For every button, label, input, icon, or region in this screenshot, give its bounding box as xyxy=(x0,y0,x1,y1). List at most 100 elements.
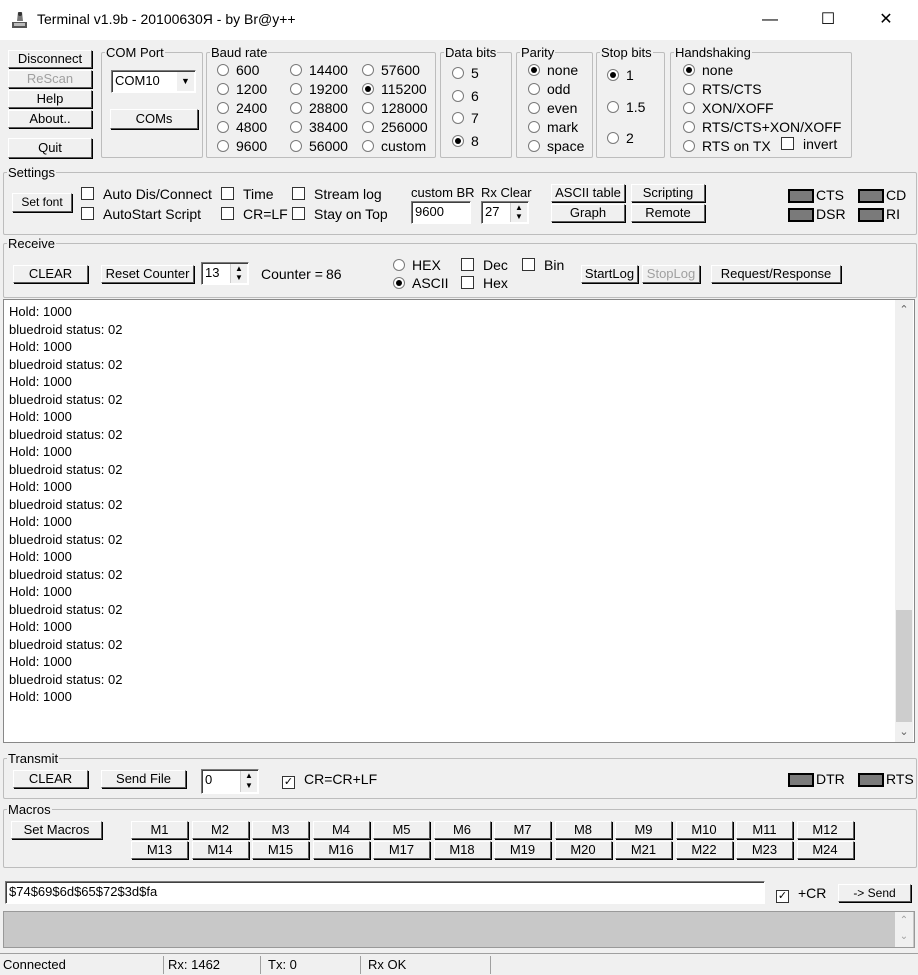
macro-button-m20[interactable]: M20 xyxy=(554,841,612,859)
stay-on-top-checkbox[interactable]: Stay on Top xyxy=(292,206,388,222)
invert-checkbox[interactable]: invert xyxy=(781,136,837,152)
quit-button[interactable]: Quit xyxy=(8,138,92,158)
baud-radio-115200[interactable]: 115200 xyxy=(362,81,427,97)
receive-ascii-radio[interactable]: ASCII xyxy=(393,275,449,291)
macro-button-m5[interactable]: M5 xyxy=(373,821,430,839)
scroll-thumb[interactable] xyxy=(896,610,912,722)
baud-radio-1200[interactable]: 1200 xyxy=(217,81,267,97)
baud-radio-38400[interactable]: 38400 xyxy=(290,119,348,135)
stoplog-button[interactable]: StopLog xyxy=(642,265,700,283)
about-button[interactable]: About.. xyxy=(8,110,92,128)
dec-checkbox[interactable]: Dec xyxy=(461,257,508,273)
macro-button-m21[interactable]: M21 xyxy=(615,841,672,859)
baud-radio-14400[interactable]: 14400 xyxy=(290,62,348,78)
macro-button-m15[interactable]: M15 xyxy=(252,841,309,859)
auto-dis-connect-checkbox[interactable]: Auto Dis/Connect xyxy=(81,186,212,202)
coms-button[interactable]: COMs xyxy=(110,109,198,129)
handshaking-radio-2[interactable]: XON/XOFF xyxy=(683,100,774,116)
data-bits-radio-5[interactable]: 5 xyxy=(452,65,479,81)
stop-bits-radio-1[interactable]: 1.5 xyxy=(607,99,645,115)
macro-button-m19[interactable]: M19 xyxy=(494,841,551,859)
baud-radio-28800[interactable]: 28800 xyxy=(290,100,348,116)
spinner-arrows-icon[interactable]: ▲ ▼ xyxy=(510,203,527,222)
macro-button-m4[interactable]: M4 xyxy=(312,821,370,839)
parity-radio-even[interactable]: even xyxy=(528,100,577,116)
minimize-button[interactable]: — xyxy=(747,0,793,40)
scroll-down-icon[interactable]: ⌄ xyxy=(895,930,913,947)
macro-button-m22[interactable]: M22 xyxy=(675,841,733,859)
stop-bits-radio-2[interactable]: 2 xyxy=(607,130,634,146)
send-button[interactable]: -> Send xyxy=(838,884,911,902)
baud-radio-57600[interactable]: 57600 xyxy=(362,62,420,78)
macro-button-m23[interactable]: M23 xyxy=(736,841,793,859)
startlog-button[interactable]: StartLog xyxy=(581,265,638,283)
transmit-spin-input[interactable]: 0 ▲ ▼ xyxy=(201,769,259,794)
macro-button-m17[interactable]: M17 xyxy=(373,841,430,859)
scroll-down-icon[interactable]: ⌄ xyxy=(895,724,913,742)
time-checkbox[interactable]: Time xyxy=(221,186,274,202)
graph-button[interactable]: Graph xyxy=(551,204,625,222)
baud-radio-19200[interactable]: 19200 xyxy=(290,81,348,97)
remote-button[interactable]: Remote xyxy=(631,204,705,222)
hex-checkbox[interactable]: Hex xyxy=(461,275,508,291)
baud-radio-custom[interactable]: custom xyxy=(362,138,426,154)
baud-radio-4800[interactable]: 4800 xyxy=(217,119,267,135)
reset-counter-button[interactable]: Reset Counter xyxy=(101,265,194,283)
add-cr-checkbox[interactable]: ✓ +CR xyxy=(776,885,826,903)
macro-button-m18[interactable]: M18 xyxy=(433,841,491,859)
parity-radio-space[interactable]: space xyxy=(528,138,584,154)
stream-log-checkbox[interactable]: Stream log xyxy=(292,186,382,202)
data-bits-radio-6[interactable]: 6 xyxy=(452,88,479,104)
spinner-arrows-icon[interactable]: ▲ ▼ xyxy=(230,264,247,283)
baud-radio-256000[interactable]: 256000 xyxy=(362,119,428,135)
macro-button-m10[interactable]: M10 xyxy=(675,821,733,839)
close-button[interactable]: ✕ xyxy=(863,0,909,40)
ascii-table-button[interactable]: ASCII table xyxy=(551,184,625,202)
baud-radio-56000[interactable]: 56000 xyxy=(290,138,348,154)
macro-button-m7[interactable]: M7 xyxy=(494,821,551,839)
macro-button-m16[interactable]: M16 xyxy=(312,841,370,859)
handshaking-radio-0[interactable]: none xyxy=(683,62,733,78)
receive-text-area[interactable]: Hold: 1000 bluedroid status: 02 Hold: 1000… xyxy=(3,299,915,743)
receive-scrollbar[interactable]: ⌃ ⌄ xyxy=(895,300,913,742)
rescan-button[interactable]: ReScan xyxy=(8,70,92,88)
scroll-up-icon[interactable]: ⌃ xyxy=(895,300,913,318)
receive-clear-button[interactable]: CLEAR xyxy=(13,265,88,283)
send-input[interactable]: $74$69$6d$65$72$3d$fa xyxy=(5,881,765,904)
cr-crlf-checkbox[interactable]: ✓ CR=CR+LF xyxy=(282,771,377,789)
set-font-button[interactable]: Set font xyxy=(12,193,72,212)
macro-button-m12[interactable]: M12 xyxy=(796,821,854,839)
baud-radio-9600[interactable]: 9600 xyxy=(217,138,267,154)
handshaking-radio-4[interactable]: RTS on TX xyxy=(683,138,771,154)
macro-button-m2[interactable]: M2 xyxy=(191,821,249,839)
macro-button-m8[interactable]: M8 xyxy=(554,821,612,839)
autostart-script-checkbox[interactable]: AutoStart Script xyxy=(81,206,201,222)
transmit-clear-button[interactable]: CLEAR xyxy=(13,770,88,788)
receive-hex-radio[interactable]: HEX xyxy=(393,257,441,273)
parity-radio-odd[interactable]: odd xyxy=(528,81,570,97)
disconnect-button[interactable]: Disconnect xyxy=(8,50,92,68)
bin-checkbox[interactable]: Bin xyxy=(522,257,564,273)
macro-button-m11[interactable]: M11 xyxy=(736,821,793,839)
baud-radio-600[interactable]: 600 xyxy=(217,62,259,78)
com-port-select[interactable]: COM10 ▼ xyxy=(111,70,196,93)
maximize-button[interactable]: ☐ xyxy=(805,0,851,40)
macro-button-m9[interactable]: M9 xyxy=(615,821,672,839)
preview-scrollbar[interactable]: ⌃ ⌄ xyxy=(895,912,913,947)
parity-radio-none[interactable]: none xyxy=(528,62,578,78)
baud-radio-2400[interactable]: 2400 xyxy=(217,100,267,116)
send-file-button[interactable]: Send File xyxy=(101,770,186,788)
chevron-down-icon[interactable]: ▼ xyxy=(177,72,194,91)
set-macros-button[interactable]: Set Macros xyxy=(11,821,102,839)
macro-button-m24[interactable]: M24 xyxy=(796,841,854,859)
help-button[interactable]: Help xyxy=(8,90,92,108)
stop-bits-radio-0[interactable]: 1 xyxy=(607,67,634,83)
handshaking-radio-3[interactable]: RTS/CTS+XON/XOFF xyxy=(683,119,841,135)
counter-spin-input[interactable]: 13 ▲ ▼ xyxy=(201,262,249,285)
data-bits-radio-7[interactable]: 7 xyxy=(452,110,479,126)
macro-button-m14[interactable]: M14 xyxy=(191,841,249,859)
spinner-arrows-icon[interactable]: ▲ ▼ xyxy=(240,771,257,792)
macro-button-m1[interactable]: M1 xyxy=(131,821,188,839)
macro-button-m3[interactable]: M3 xyxy=(252,821,309,839)
scroll-up-icon[interactable]: ⌃ xyxy=(895,912,913,929)
